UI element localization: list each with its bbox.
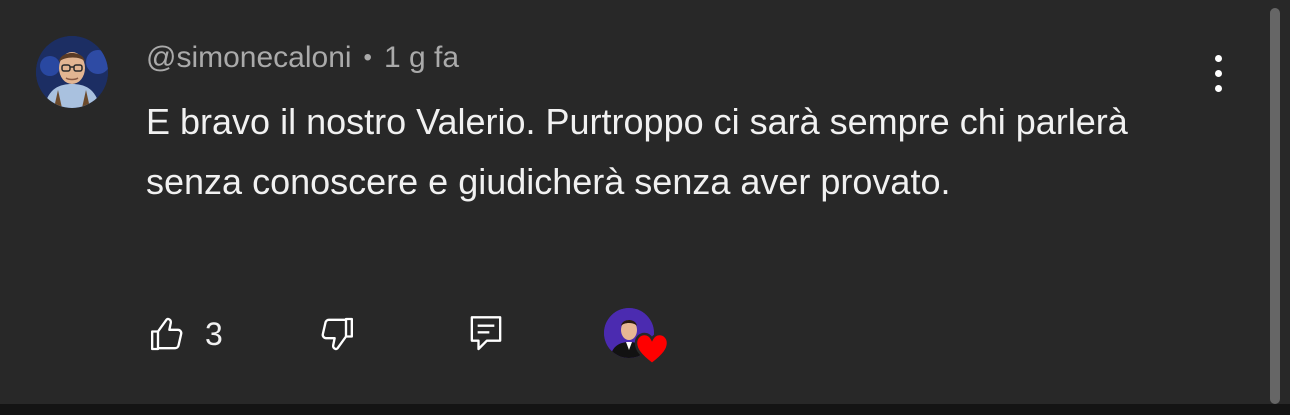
heart-icon (634, 332, 670, 366)
comment-actions: 3 (0, 300, 1200, 370)
more-vertical-icon-dot (1214, 69, 1222, 77)
thumbs-up-icon (151, 317, 183, 351)
creator-heart-badge[interactable] (604, 308, 670, 366)
thumbs-down-icon (321, 317, 353, 351)
avatar[interactable] (36, 36, 108, 108)
like-button[interactable] (146, 312, 190, 356)
reply-button[interactable] (464, 312, 508, 356)
avatar-image (36, 36, 108, 108)
comment-meta: @simonecaloni • 1 g fa (146, 38, 459, 78)
like-count: 3 (205, 316, 223, 352)
comment-panel: @simonecaloni • 1 g fa E bravo il nostro… (0, 0, 1290, 404)
scrollbar[interactable] (1270, 8, 1280, 404)
dislike-button[interactable] (314, 312, 358, 356)
bottom-divider (0, 404, 1290, 415)
more-vertical-icon (1214, 54, 1222, 62)
author-name[interactable]: @simonecaloni (146, 41, 352, 75)
reply-comment-icon (470, 316, 502, 351)
comment-timestamp[interactable]: 1 g fa (384, 41, 459, 75)
comment-text: E bravo il nostro Valerio. Purtroppo ci … (146, 101, 1128, 202)
more-options-button[interactable] (1196, 50, 1240, 96)
meta-separator: • (363, 44, 372, 71)
more-vertical-icon-dot (1214, 84, 1222, 92)
